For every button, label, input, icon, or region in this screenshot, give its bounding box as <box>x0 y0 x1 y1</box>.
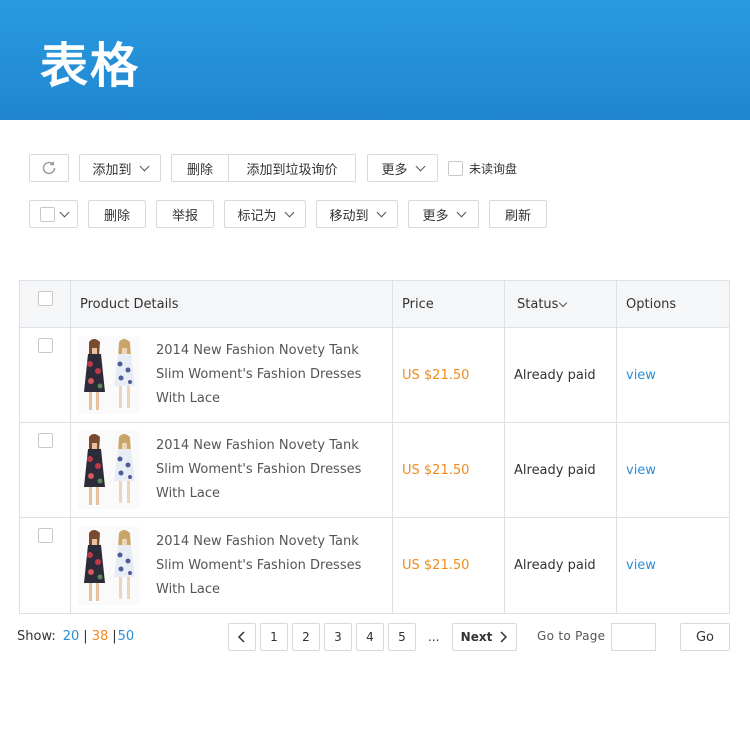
more-label: 更多 <box>381 162 408 178</box>
separator: | <box>83 629 88 644</box>
separator: | <box>112 629 117 644</box>
row-checkbox[interactable] <box>37 528 53 543</box>
product-thumbnail[interactable] <box>78 431 140 509</box>
chevron-down-icon <box>59 207 69 217</box>
chevron-down-icon <box>284 207 294 217</box>
report-button[interactable]: 举报 <box>156 200 214 228</box>
delete-label: 删除 <box>103 208 130 224</box>
chevron-down-icon <box>139 161 149 171</box>
table-header-row: Product Details Price Status Options <box>20 281 729 328</box>
move-to-dropdown[interactable]: 移动到 <box>316 200 398 228</box>
unread-filter[interactable]: 未读询盘 <box>448 160 517 177</box>
more-label: 更多 <box>422 208 449 224</box>
refresh-button[interactable] <box>29 154 69 182</box>
product-table: Product Details Price Status Options 201… <box>19 280 730 614</box>
next-label: Next <box>460 630 493 644</box>
status-cell: Already paid <box>505 518 617 613</box>
page-3-button[interactable]: 3 <box>324 623 352 651</box>
row-check-cell <box>20 423 71 517</box>
refresh-label: 刷新 <box>504 208 531 224</box>
go-button[interactable]: Go <box>680 623 730 651</box>
options-cell: view <box>617 328 729 422</box>
more-dropdown[interactable]: 更多 <box>367 154 438 182</box>
add-to-spam-label: 添加到垃圾询价 <box>246 162 338 178</box>
price-cell: US $21.50 <box>393 423 505 517</box>
mark-as-label: 标记为 <box>237 208 277 224</box>
column-header-status[interactable]: Status <box>505 281 617 327</box>
page-5-button[interactable]: 5 <box>388 623 416 651</box>
product-thumbnail[interactable] <box>78 526 140 605</box>
price-cell: US $21.50 <box>393 518 505 613</box>
show-label: Show: <box>17 629 56 644</box>
chevron-down-icon <box>415 161 425 171</box>
page-size-20[interactable]: 20 <box>63 629 80 644</box>
table-row: 2014 New Fashion Novety Tank Slim Woment… <box>20 423 729 518</box>
options-cell: view <box>617 423 729 517</box>
unread-label: 未读询盘 <box>469 162 518 176</box>
next-page-button[interactable]: Next <box>452 623 517 651</box>
product-details-cell: 2014 New Fashion Novety Tank Slim Woment… <box>71 423 393 517</box>
mark-as-dropdown[interactable]: 标记为 <box>224 200 306 228</box>
pagination-ellipsis: ... <box>428 630 440 644</box>
view-link[interactable]: view <box>626 558 656 573</box>
status-cell: Already paid <box>505 423 617 517</box>
row-checkbox[interactable] <box>37 433 53 448</box>
table-row: 2014 New Fashion Novety Tank Slim Woment… <box>20 518 729 613</box>
page-size-50[interactable]: 50 <box>118 629 135 644</box>
report-label: 举报 <box>171 208 198 224</box>
move-to-label: 移动到 <box>329 208 369 224</box>
chevron-down-icon <box>376 207 386 217</box>
prev-page-button[interactable] <box>228 623 256 651</box>
header-checkbox[interactable] <box>37 291 53 306</box>
product-title[interactable]: 2014 New Fashion Novety Tank Slim Woment… <box>156 339 388 411</box>
table-row: 2014 New Fashion Novety Tank Slim Woment… <box>20 328 729 423</box>
more-dropdown-2[interactable]: 更多 <box>408 200 479 228</box>
options-cell: view <box>617 518 729 613</box>
status-cell: Already paid <box>505 328 617 422</box>
chevron-right-icon <box>500 631 508 643</box>
page-size-selector: Show: 20 | 38 | 50 <box>17 629 138 644</box>
status-header-label: Status <box>517 296 559 312</box>
select-all-dropdown[interactable] <box>29 200 78 228</box>
column-header-options: Options <box>626 296 677 312</box>
price-cell: US $21.50 <box>393 328 505 422</box>
add-to-dropdown[interactable]: 添加到 <box>79 154 161 182</box>
view-link[interactable]: view <box>626 368 656 383</box>
page-header: 表格 <box>0 0 750 120</box>
product-title[interactable]: 2014 New Fashion Novety Tank Slim Woment… <box>156 434 388 506</box>
column-header-price: Price <box>393 281 505 327</box>
add-to-label: 添加到 <box>92 162 132 178</box>
column-header-product: Product Details <box>71 281 393 327</box>
delete-label: 删除 <box>186 162 213 178</box>
page-2-button[interactable]: 2 <box>292 623 320 651</box>
sort-down-icon <box>559 298 568 308</box>
delete-button[interactable]: 删除 <box>171 154 229 182</box>
product-title[interactable]: 2014 New Fashion Novety Tank Slim Woment… <box>156 530 388 602</box>
page-4-button[interactable]: 4 <box>356 623 384 651</box>
chevron-down-icon <box>456 207 466 217</box>
row-check-cell <box>20 518 71 613</box>
product-details-cell: 2014 New Fashion Novety Tank Slim Woment… <box>71 518 393 613</box>
goto-page-input[interactable] <box>611 623 656 651</box>
chevron-left-icon <box>237 631 245 643</box>
view-link[interactable]: view <box>626 463 656 478</box>
refresh-text-button[interactable]: 刷新 <box>489 200 547 228</box>
add-to-spam-button[interactable]: 添加到垃圾询价 <box>229 154 356 182</box>
goto-page-label: Go to Page <box>537 629 606 643</box>
select-all-checkbox[interactable] <box>39 206 55 222</box>
product-thumbnail[interactable] <box>78 336 140 414</box>
product-details-cell: 2014 New Fashion Novety Tank Slim Woment… <box>71 328 393 422</box>
page-1-button[interactable]: 1 <box>260 623 288 651</box>
page-title: 表格 <box>40 38 141 94</box>
row-checkbox[interactable] <box>37 338 53 353</box>
page-size-38[interactable]: 38 <box>92 629 109 644</box>
refresh-icon <box>42 161 56 175</box>
header-check-cell <box>20 281 71 327</box>
row-check-cell <box>20 328 71 422</box>
delete-button-2[interactable]: 删除 <box>88 200 146 228</box>
unread-checkbox[interactable] <box>448 161 463 176</box>
